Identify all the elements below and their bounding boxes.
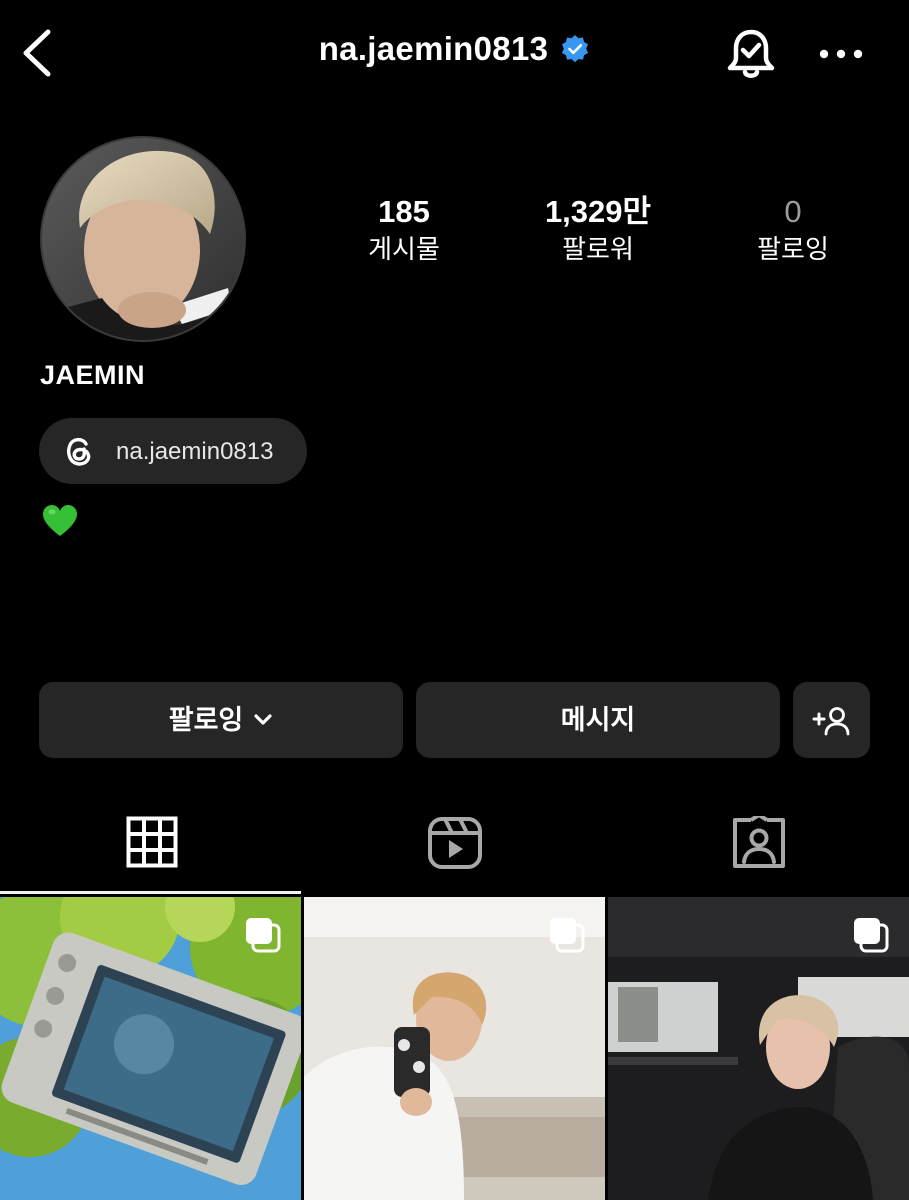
post-thumbnail[interactable]	[608, 897, 909, 1200]
following-label: 팔로잉	[757, 234, 829, 264]
verified-badge-icon	[562, 35, 589, 63]
threads-link[interactable]: na.jaemin0813	[39, 418, 307, 484]
message-button-label: 메시지	[560, 705, 636, 735]
avatar-photo	[42, 138, 244, 340]
display-name: JAEMIN	[40, 360, 146, 390]
followers-stat[interactable]: 1,329만 팔로워	[518, 192, 678, 266]
multiple-photos-icon	[246, 918, 281, 953]
reels-icon[interactable]	[427, 816, 483, 870]
green-heart-icon	[43, 505, 77, 536]
chevron-down-icon	[254, 714, 272, 725]
active-tab-indicator	[0, 891, 301, 894]
post-thumbnail[interactable]	[0, 897, 301, 1200]
notification-bell-icon[interactable]	[724, 26, 778, 82]
following-button-label: 팔로잉	[168, 705, 244, 735]
threads-handle: na.jaemin0813	[116, 438, 274, 465]
message-button[interactable]: 메시지	[416, 682, 780, 758]
tagged-icon[interactable]	[731, 816, 787, 870]
followers-label: 팔로워	[562, 234, 634, 264]
followers-count: 1,329만	[544, 194, 652, 229]
top-bar: na.jaemin0813	[0, 0, 909, 110]
following-count: 0	[784, 194, 802, 229]
posts-count: 185	[378, 194, 430, 229]
posts-stat[interactable]: 185 게시물	[324, 192, 484, 266]
following-button[interactable]: 팔로잉	[39, 682, 403, 758]
add-person-icon	[812, 707, 850, 736]
profile-avatar[interactable]	[40, 136, 246, 342]
post-thumbnail[interactable]	[304, 897, 605, 1200]
username-text: na.jaemin0813	[318, 30, 549, 67]
posts-label: 게시물	[368, 234, 440, 264]
multiple-photos-icon	[550, 918, 585, 953]
following-stat[interactable]: 0 팔로잉	[713, 192, 873, 266]
more-icon[interactable]	[818, 44, 864, 64]
grid-icon[interactable]	[126, 816, 178, 868]
threads-icon	[67, 437, 91, 466]
suggest-people-button[interactable]	[793, 682, 870, 758]
multiple-photos-icon	[854, 918, 889, 953]
